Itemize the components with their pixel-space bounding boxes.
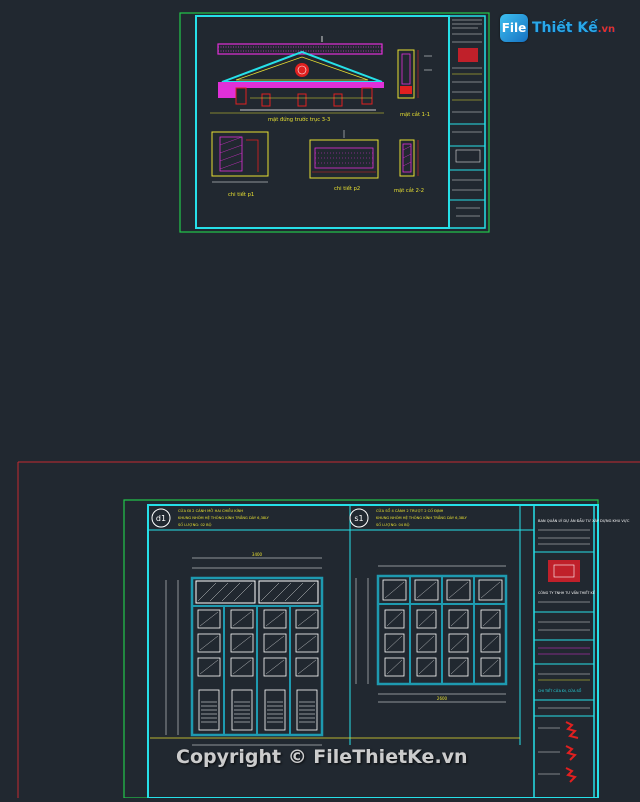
drawing-name: CHI TIẾT CỬA ĐI, CỬA SỔ [538,687,582,693]
door-elevation-drawing: 3400 [150,552,520,746]
detail-p2-title: chi tiết p2 [334,185,360,192]
logo-badge-icon: File [500,14,528,42]
cad-canvas[interactable]: mặt đứng trước trục 3-3 mặt cắt 1-1 chi … [0,0,640,799]
window-title-1: CỬA SỔ 4 CÁNH 2 TRƯỢT 2 CỐ ĐỊNH [376,508,444,513]
detail-p1-title: chi tiết p1 [228,191,254,198]
section-1-1-drawing: mặt cắt 1-1 [397,49,432,118]
window-title-3: SỐ LƯỢNG: 04 BỘ [376,522,410,527]
door-header: d1 CỬA ĐI 2 CÁNH MỞ HAI CHIỀU KÍNH KHUNG… [151,508,270,528]
door-width-dimension: 3400 [252,552,263,557]
front-elevation-drawing: mặt đứng trước trục 3-3 [210,36,384,123]
section-2-title: mặt cắt 2-2 [394,187,424,194]
sheet-1-title-block [448,15,486,229]
door-title-2: KHUNG NHÔM HỆ THÔNG KÍNH TRẮNG DÀY 6,38L… [178,515,270,520]
window-elevation-drawing: 2600 [355,565,508,703]
window-title-2: KHUNG NHÔM HỆ THÔNG KÍNH TRẮNG DÀY 6,38L… [376,515,468,520]
client-name: BAN QUẢN LÝ DỰ ÁN ĐẦU TƯ XÂY DỰNG KHU VỰ… [538,518,630,523]
door-title-3: SỐ LƯỢNG: 02 BỘ [178,522,212,527]
door-label: d1 [156,514,166,523]
detail-p2-drawing: chi tiết p2 [309,130,379,192]
drawing-sheet-1[interactable]: mặt đứng trước trục 3-3 mặt cắt 1-1 chi … [179,12,490,233]
detail-p1-drawing: chi tiết p1 [211,131,269,198]
section-1-title: mặt cắt 1-1 [400,111,430,118]
sheet-2-title-block: BAN QUẢN LÝ DỰ ÁN ĐẦU TƯ XÂY DỰNG KHU VỰ… [533,504,630,799]
filethietke-logo[interactable]: File Thiết Kế.vn [500,12,618,44]
company-name: CÔNG TY TNHH TƯ VẤN THIẾT KẾ [538,589,596,595]
section-2-2-drawing: mặt cắt 2-2 [394,139,424,194]
copyright-watermark: Copyright © FileThietKe.vn [176,746,468,768]
logo-brand-tail: .vn [597,24,616,35]
window-width-dimension: 2600 [437,696,448,701]
logo-brand-name: Thiết Kế [532,20,598,36]
logo-text: Thiết Kế.vn [532,20,615,36]
elevation-title: mặt đứng trước trục 3-3 [268,116,330,123]
window-label: s1 [354,514,363,523]
window-header: s1 CỬA SỔ 4 CÁNH 2 TRƯỢT 2 CỐ ĐỊNH KHUNG… [349,508,468,528]
door-title-1: CỬA ĐI 2 CÁNH MỞ HAI CHIỀU KÍNH [178,508,243,513]
